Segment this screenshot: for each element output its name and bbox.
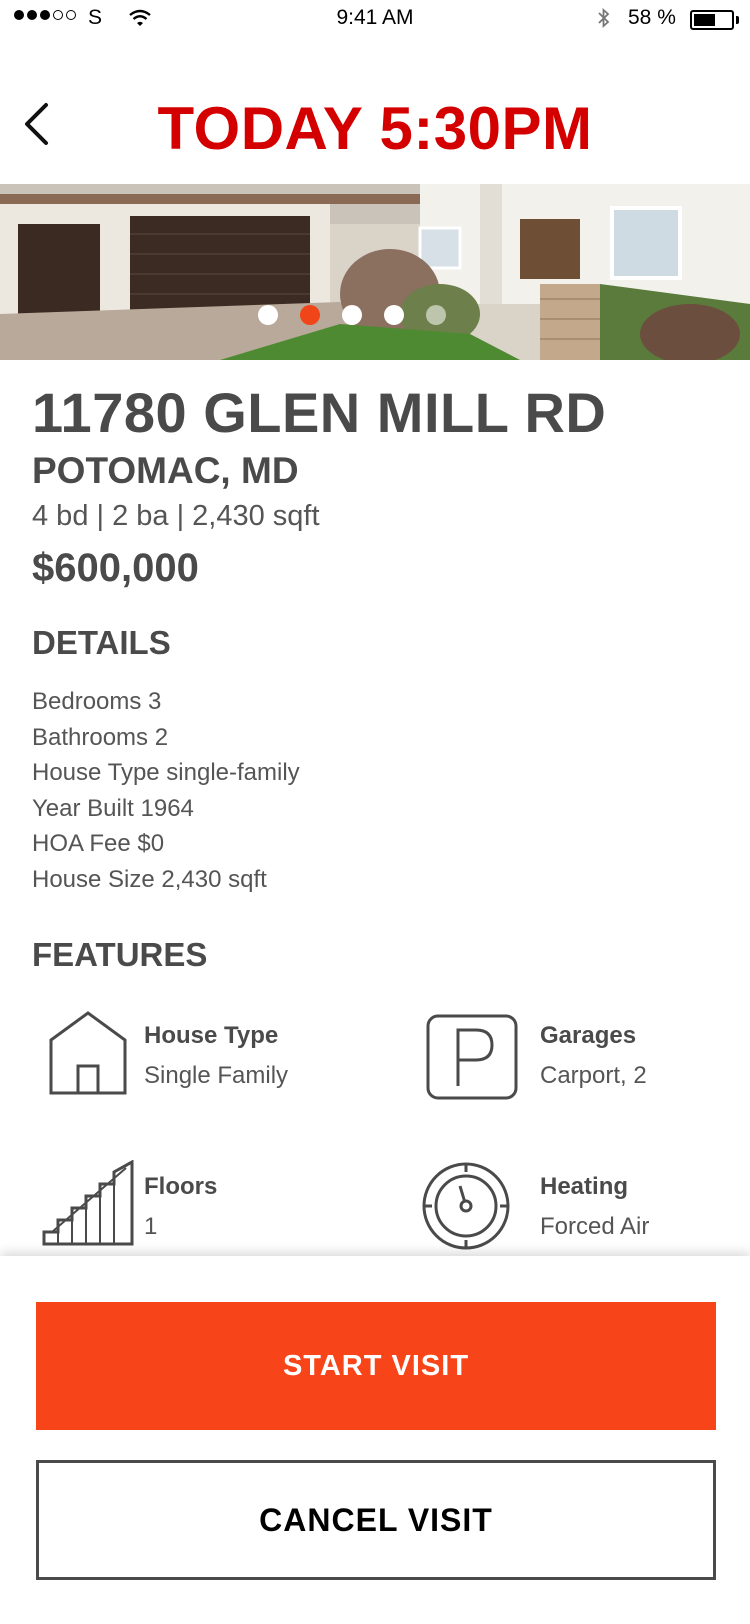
detail-hoa-fee: HOA Fee $0 bbox=[32, 830, 165, 858]
photo-carousel-indicator[interactable] bbox=[258, 305, 446, 325]
house-photo[interactable] bbox=[0, 184, 750, 360]
stairs-icon bbox=[42, 1160, 134, 1246]
features-heading: FEATURES bbox=[32, 936, 208, 973]
status-bar: S 9:41 AM 58 % bbox=[0, 0, 750, 40]
bluetooth-icon bbox=[596, 6, 612, 36]
detail-bedrooms: Bedrooms 3 bbox=[32, 688, 162, 715]
detail-house-type: House Type single-family bbox=[32, 759, 300, 787]
carousel-dot[interactable] bbox=[342, 305, 362, 325]
feature-label: Floors bbox=[144, 1173, 218, 1200]
battery-percent: 58 % bbox=[628, 6, 676, 29]
detail-year-built: Year Built 1964 bbox=[32, 794, 194, 822]
carousel-dot[interactable] bbox=[426, 305, 446, 325]
carousel-dot[interactable] bbox=[300, 305, 320, 325]
feature-label: Garages bbox=[540, 1022, 637, 1049]
feature-value: 1 bbox=[144, 1213, 158, 1240]
details-heading: DETAILS bbox=[32, 624, 171, 661]
thermostat-icon bbox=[422, 1162, 510, 1250]
details-list: Bedrooms 3 Bathrooms 2 House Type single… bbox=[32, 686, 300, 900]
carousel-dot[interactable] bbox=[384, 305, 404, 325]
cancel-visit-button[interactable]: CANCEL VISIT bbox=[36, 1460, 716, 1580]
detail-house-size: House Size 2,430 sqft bbox=[32, 865, 267, 893]
feature-label: House Type bbox=[144, 1022, 279, 1049]
battery-icon bbox=[690, 10, 734, 30]
detail-bathrooms: Bathrooms 2 bbox=[32, 723, 169, 751]
listing-city: POTOMAC, MD bbox=[32, 450, 299, 491]
feature-value: Carport, 2 bbox=[540, 1062, 647, 1089]
parking-icon bbox=[426, 1014, 518, 1100]
visit-action-sheet: START VISIT CANCEL VISIT bbox=[0, 1256, 750, 1624]
listing-summary: 4 bd | 2 ba | 2,430 sqft bbox=[32, 500, 320, 532]
feature-value: Forced Air bbox=[540, 1213, 650, 1240]
start-visit-button[interactable]: START VISIT bbox=[36, 1302, 716, 1430]
screen: S 9:41 AM 58 % TODAY 5:30PM 11780 GLEN M… bbox=[0, 0, 750, 1624]
listing-address: 11780 GLEN MILL RD bbox=[32, 381, 607, 444]
carousel-dot[interactable] bbox=[258, 305, 278, 325]
feature-label: Heating bbox=[540, 1173, 629, 1200]
feature-value: Single Family bbox=[144, 1062, 289, 1089]
listing-price: $600,000 bbox=[32, 546, 199, 590]
visit-time-title: TODAY 5:30PM bbox=[157, 95, 593, 162]
house-icon bbox=[49, 1011, 127, 1095]
